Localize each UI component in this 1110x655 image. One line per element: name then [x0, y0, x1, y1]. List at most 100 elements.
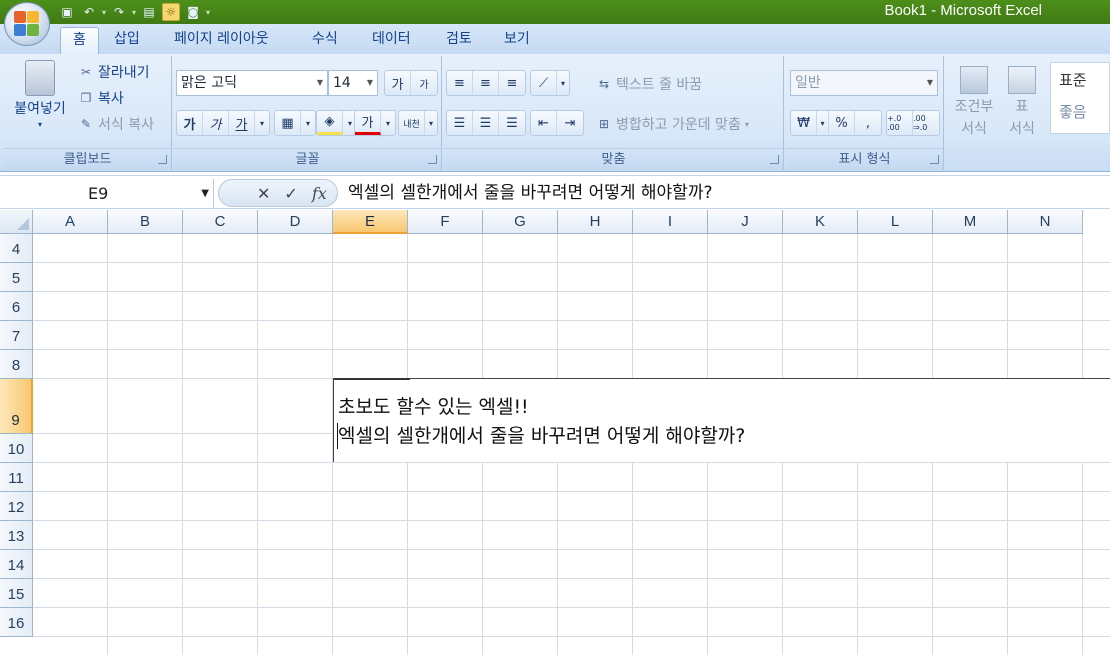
row-header-6[interactable]: 6 — [0, 292, 33, 321]
currency-button[interactable]: ₩ — [791, 111, 817, 135]
grid-hline — [33, 520, 1110, 521]
merge-center-label: 병합하고 가운데 맞춤 — [616, 117, 741, 133]
row-header-12[interactable]: 12 — [0, 492, 33, 521]
row-header-16[interactable]: 16 — [0, 608, 33, 637]
row-header-7[interactable]: 7 — [0, 321, 33, 350]
align-left-icon[interactable]: ☰ — [447, 111, 473, 135]
cut-button[interactable]: ✂ 잘라내기 — [78, 62, 150, 82]
font-group: 맑은 고딕 ▼ 14 ▼ 가 가 가 가 가 ▾ ▦ ▾ ◈ ▾ 가 ▾ 내천 … — [174, 56, 442, 170]
align-bottom-icon[interactable]: ≡ — [499, 71, 525, 95]
fill-color-button[interactable]: ◈ ▾ — [316, 110, 358, 136]
grow-font-button[interactable]: 가 — [385, 71, 411, 95]
column-header-a[interactable]: A — [33, 210, 108, 234]
cancel-icon[interactable]: ✕ — [257, 184, 270, 203]
save-icon[interactable]: ▣ — [58, 3, 76, 21]
phonetic-button[interactable]: 내천 ▾ — [398, 110, 438, 136]
row-header-8[interactable]: 8 — [0, 350, 33, 379]
decrease-decimal-button[interactable]: .00 ⇒.0 — [913, 111, 939, 135]
row-header-4[interactable]: 4 — [0, 234, 33, 263]
tab-view[interactable]: 보기 — [492, 27, 542, 54]
copy-button[interactable]: ❐ 복사 — [78, 88, 124, 108]
name-box[interactable]: E9 ▼ — [0, 179, 214, 209]
increase-decimal-button[interactable]: +.0 .00 — [887, 111, 913, 135]
column-header-n[interactable]: N — [1008, 210, 1083, 234]
underline-button[interactable]: 가 — [229, 111, 255, 135]
chevron-down-icon[interactable]: ▾ — [817, 111, 829, 135]
merge-center-button[interactable]: ⊞ 병합하고 가운데 맞춤 ▾ — [596, 114, 749, 134]
chevron-down-icon[interactable]: ▾ — [102, 8, 106, 17]
conditional-format-button[interactable]: 조건부 서식 — [950, 66, 998, 138]
format-painter-button[interactable]: ✎ 서식 복사 — [78, 114, 154, 134]
align-right-icon[interactable]: ☰ — [499, 111, 525, 135]
column-header-d[interactable]: D — [258, 210, 333, 234]
number-launcher-icon[interactable] — [930, 155, 939, 164]
row-header-13[interactable]: 13 — [0, 521, 33, 550]
column-header-j[interactable]: J — [708, 210, 783, 234]
row-header-14[interactable]: 14 — [0, 550, 33, 579]
row-header-11[interactable]: 11 — [0, 463, 33, 492]
tab-page-layout[interactable]: 페이지 레이아웃 — [162, 27, 281, 54]
tab-review[interactable]: 검토 — [434, 27, 484, 54]
chevron-down-icon[interactable]: ▼ — [201, 179, 209, 209]
sun-icon[interactable]: ☼ — [162, 3, 181, 21]
increase-indent-icon[interactable]: ⇥ — [557, 111, 583, 135]
align-middle-icon[interactable]: ≡ — [473, 71, 499, 95]
print-preview-icon[interactable]: ▤ — [140, 3, 158, 21]
format-as-table-button[interactable]: 표 서식 — [1002, 66, 1042, 138]
paste-button[interactable]: 붙여넣기 ▾ — [6, 60, 74, 129]
office-button[interactable] — [4, 2, 50, 46]
align-top-icon[interactable]: ≡ — [447, 71, 473, 95]
comma-button[interactable]: , — [855, 111, 881, 135]
wrap-text-button[interactable]: ⇆ 텍스트 줄 바꿈 — [596, 74, 702, 94]
column-header-b[interactable]: B — [108, 210, 183, 234]
percent-button[interactable]: % — [829, 111, 855, 135]
row-header-15[interactable]: 15 — [0, 579, 33, 608]
tab-formulas[interactable]: 수식 — [300, 27, 350, 54]
align-center-icon[interactable]: ☰ — [473, 111, 499, 135]
customize-qat-icon[interactable]: ▾ — [206, 8, 210, 17]
grid-hline — [33, 578, 1110, 579]
undo-icon[interactable]: ↶ — [80, 3, 98, 21]
column-header-c[interactable]: C — [183, 210, 258, 234]
redo-icon[interactable]: ↷ — [110, 3, 128, 21]
column-header-m[interactable]: M — [933, 210, 1008, 234]
chevron-down-icon[interactable]: ▾ — [255, 111, 269, 135]
alignment-launcher-icon[interactable] — [770, 155, 779, 164]
enter-icon[interactable]: ✓ — [284, 184, 297, 203]
font-name-combo[interactable]: 맑은 고딕 ▼ — [176, 70, 328, 96]
tab-home[interactable]: 홈 — [60, 27, 99, 54]
font-color-button[interactable]: 가 ▾ — [354, 110, 396, 136]
column-header-i[interactable]: I — [633, 210, 708, 234]
font-size-combo[interactable]: 14 ▼ — [328, 70, 378, 96]
number-format-combo[interactable]: 일반 ▼ — [790, 70, 938, 96]
shrink-font-button[interactable]: 가 — [411, 71, 437, 95]
insert-function-icon[interactable]: fx — [312, 184, 327, 203]
style-good[interactable]: 좋음 — [1051, 95, 1109, 131]
row-header-9[interactable]: 9 — [0, 379, 33, 434]
cell-editor-e9[interactable]: 초보도 할수 있는 엑셀!! 엑셀의 셀한개에서 줄을 바꾸려면 어떻게 해야할… — [333, 378, 1110, 462]
column-header-k[interactable]: K — [783, 210, 858, 234]
style-normal[interactable]: 표준 — [1051, 63, 1109, 95]
column-header-l[interactable]: L — [858, 210, 933, 234]
italic-button[interactable]: 가 — [203, 111, 229, 135]
row-header-10[interactable]: 10 — [0, 434, 33, 463]
border-button[interactable]: ▦ ▾ — [274, 110, 316, 136]
window-title: Book1 - Microsoft Excel — [884, 2, 1042, 19]
formula-input[interactable]: 엑셀의 셀한개에서 줄을 바꾸려면 어떻게 해야할까? — [348, 179, 712, 207]
column-header-h[interactable]: H — [558, 210, 633, 234]
orientation-button[interactable]: ⟋ ▾ — [530, 70, 570, 96]
column-header-f[interactable]: F — [408, 210, 483, 234]
chevron-down-icon[interactable]: ▾ — [132, 8, 136, 17]
tab-data[interactable]: 데이터 — [360, 27, 423, 54]
row-header-5[interactable]: 5 — [0, 263, 33, 292]
camera-icon[interactable]: ◙ — [184, 3, 202, 21]
chevron-down-icon: ▼ — [926, 78, 933, 87]
select-all-button[interactable] — [0, 210, 33, 234]
column-header-g[interactable]: G — [483, 210, 558, 234]
column-header-e[interactable]: E — [333, 210, 408, 234]
font-launcher-icon[interactable] — [428, 155, 437, 164]
bold-button[interactable]: 가 — [177, 111, 203, 135]
clipboard-launcher-icon[interactable] — [158, 155, 167, 164]
tab-insert[interactable]: 삽입 — [102, 27, 152, 54]
decrease-indent-icon[interactable]: ⇤ — [531, 111, 557, 135]
